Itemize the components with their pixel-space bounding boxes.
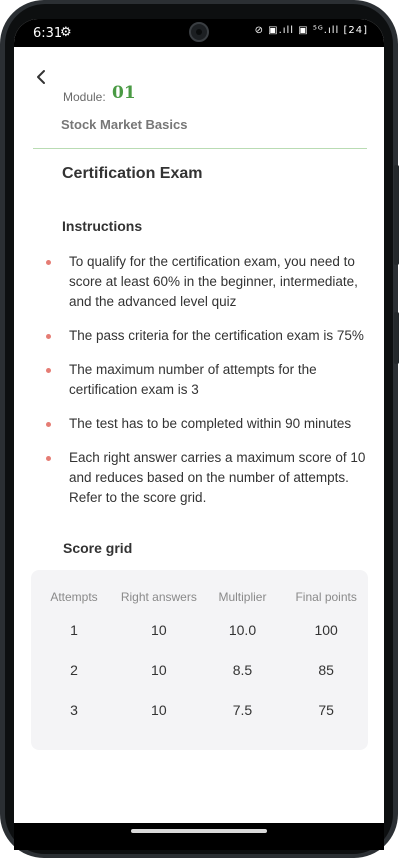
instruction-item: Each right answer carries a maximum scor… [44,448,374,508]
table-cell: 10.0 [228,622,257,638]
score-grid-heading: Score grid [63,540,133,556]
front-camera-icon [189,22,209,42]
table-cell: 3 [70,702,78,718]
table-cell: 10 [151,662,167,678]
column-header: Attempts [50,590,98,604]
table-cell: 75 [318,702,334,718]
table-cell: 10 [151,702,167,718]
volume-button [394,165,399,265]
status-indicators: ⊘ ▣.ıll ▣ ⁵ᴳ.ıll [24] [254,25,368,36]
page-title: Certification Exam [62,165,203,182]
back-button[interactable] [34,69,50,85]
navigation-bar [14,823,384,850]
table-cell: 1 [70,622,78,638]
module-name: Stock Market Basics [61,117,188,132]
status-time: 6:31 [33,26,63,41]
table-row: 3 10 7.5 75 [31,690,368,730]
table-cell: 85 [318,662,334,678]
table-cell: 10 [151,622,167,638]
module-label: Module: [63,90,106,104]
status-bar: 6:31 ⚙ ⊘ ▣.ıll ▣ ⁵ᴳ.ıll [24] [14,19,384,47]
header-divider [33,148,367,149]
table-header-row: Attempts Right answers Multiplier Final … [31,584,368,610]
instructions-heading: Instructions [62,218,143,234]
instruction-item: To qualify for the certification exam, y… [44,252,374,312]
instruction-item: The pass criteria for the certification … [44,326,374,346]
score-grid-table: Attempts Right answers Multiplier Final … [31,584,368,730]
instruction-item: The test has to be completed within 90 m… [44,414,374,434]
table-cell: 7.5 [232,702,253,718]
module-number: 01 [112,83,136,103]
column-header: Multiplier [218,590,267,604]
table-row: 2 10 8.5 85 [31,650,368,690]
column-header: Final points [295,590,357,604]
instruction-item: The maximum number of attempts for the c… [44,360,374,400]
table-cell: 8.5 [232,662,253,678]
instructions-list: To qualify for the certification exam, y… [44,252,374,522]
app-screen: 6:31 ⚙ ⊘ ▣.ıll ▣ ⁵ᴳ.ıll [24] Module: 01 … [14,19,384,823]
score-grid: Attempts Right answers Multiplier Final … [31,570,368,750]
column-header: Right answers [120,590,197,604]
settings-gear-icon: ⚙ [60,25,72,40]
home-indicator[interactable] [131,829,267,833]
power-button [394,312,399,364]
chevron-left-icon [37,70,45,84]
table-cell: 2 [70,662,78,678]
table-cell: 100 [314,622,338,638]
table-row: 1 10 10.0 100 [31,610,368,650]
